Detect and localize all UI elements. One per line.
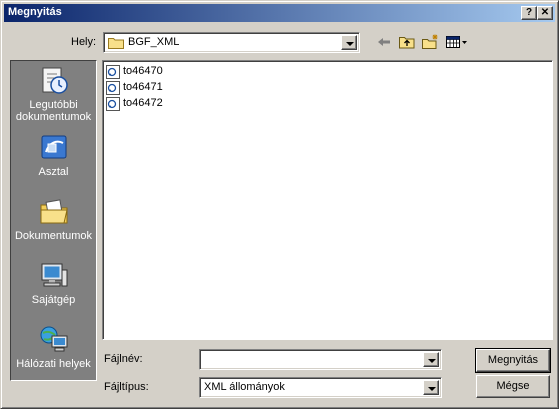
up-folder-icon[interactable]: [398, 34, 416, 50]
place-label: Hálózati helyek: [16, 358, 91, 370]
filetype-dropdown-button[interactable]: [423, 380, 439, 395]
place-network-places[interactable]: Hálózati helyek: [11, 324, 96, 370]
my-documents-icon: [40, 199, 68, 224]
place-recent-documents[interactable]: Legutóbbi dokumentumok: [11, 65, 96, 123]
help-button[interactable]: ?: [521, 6, 537, 20]
new-folder-icon[interactable]: [421, 34, 439, 50]
filetype-label: Fájltípus:: [104, 381, 149, 393]
place-my-documents[interactable]: Dokumentumok: [11, 196, 96, 242]
file-name: to46471: [123, 81, 163, 93]
file-list[interactable]: to46470 to46471 to46472: [102, 60, 553, 340]
filename-label: Fájlnév:: [104, 353, 143, 365]
location-dropdown-button[interactable]: [341, 35, 357, 50]
title-bar[interactable]: Megnyitás ? ✕: [4, 4, 555, 22]
xml-file-icon: [106, 81, 120, 95]
location-label: Hely:: [71, 36, 97, 48]
back-arrow-icon[interactable]: [375, 34, 393, 50]
file-name: to46472: [123, 97, 163, 109]
place-label: Sajátgép: [31, 294, 76, 306]
place-label: Legutóbbi dokumentumok: [15, 99, 92, 123]
open-dialog: Megnyitás ? ✕ Hely: BGF_XML Legutóbbi do…: [0, 0, 559, 409]
xml-file-icon: [106, 65, 120, 79]
filename-input[interactable]: [199, 349, 442, 370]
desktop-icon: [41, 135, 66, 159]
place-label: Asztal: [38, 166, 69, 178]
my-computer-icon: [41, 263, 67, 287]
xml-file-icon: [106, 97, 120, 111]
location-combo[interactable]: BGF_XML: [103, 32, 360, 53]
filetype-value: XML állományok: [204, 381, 285, 393]
window-title: Megnyitás: [8, 6, 62, 18]
network-places-icon: [40, 326, 67, 352]
open-button[interactable]: Megnyitás: [475, 348, 551, 373]
location-value: BGF_XML: [128, 36, 180, 48]
filetype-select[interactable]: XML állományok: [199, 377, 442, 398]
close-button[interactable]: ✕: [537, 6, 553, 20]
filename-dropdown-button[interactable]: [423, 352, 439, 367]
folder-icon: [108, 38, 124, 49]
file-name: to46470: [123, 65, 163, 77]
cancel-button[interactable]: Mégse: [476, 375, 550, 398]
places-bar: Legutóbbi dokumentumok Asztal Dokumentum…: [10, 60, 97, 381]
place-label: Dokumentumok: [14, 230, 93, 242]
recent-documents-icon: [42, 67, 68, 94]
view-menu-icon[interactable]: [445, 34, 469, 50]
place-my-computer[interactable]: Sajátgép: [11, 260, 96, 306]
place-desktop[interactable]: Asztal: [11, 132, 96, 178]
